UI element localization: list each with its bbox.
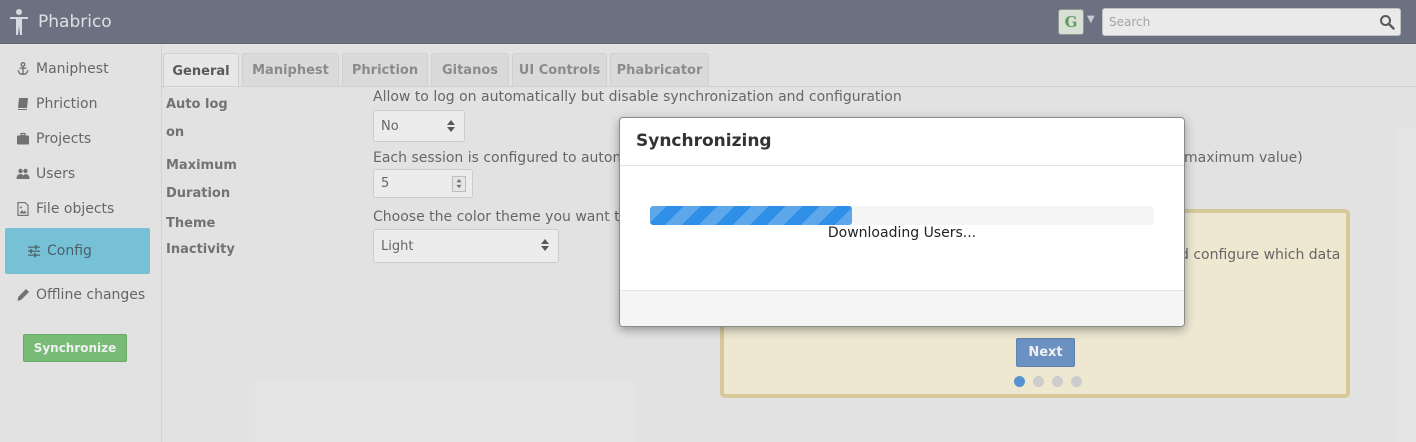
modal-header: Synchronizing — [620, 118, 1184, 166]
progress-bar — [650, 206, 852, 225]
sync-modal: Synchronizing Downloading Users... — [619, 117, 1185, 327]
progress-status: Downloading Users... — [827, 225, 977, 241]
progress-track — [650, 206, 1154, 225]
modal-title: Synchronizing — [636, 131, 772, 151]
modal-footer — [620, 290, 1184, 326]
